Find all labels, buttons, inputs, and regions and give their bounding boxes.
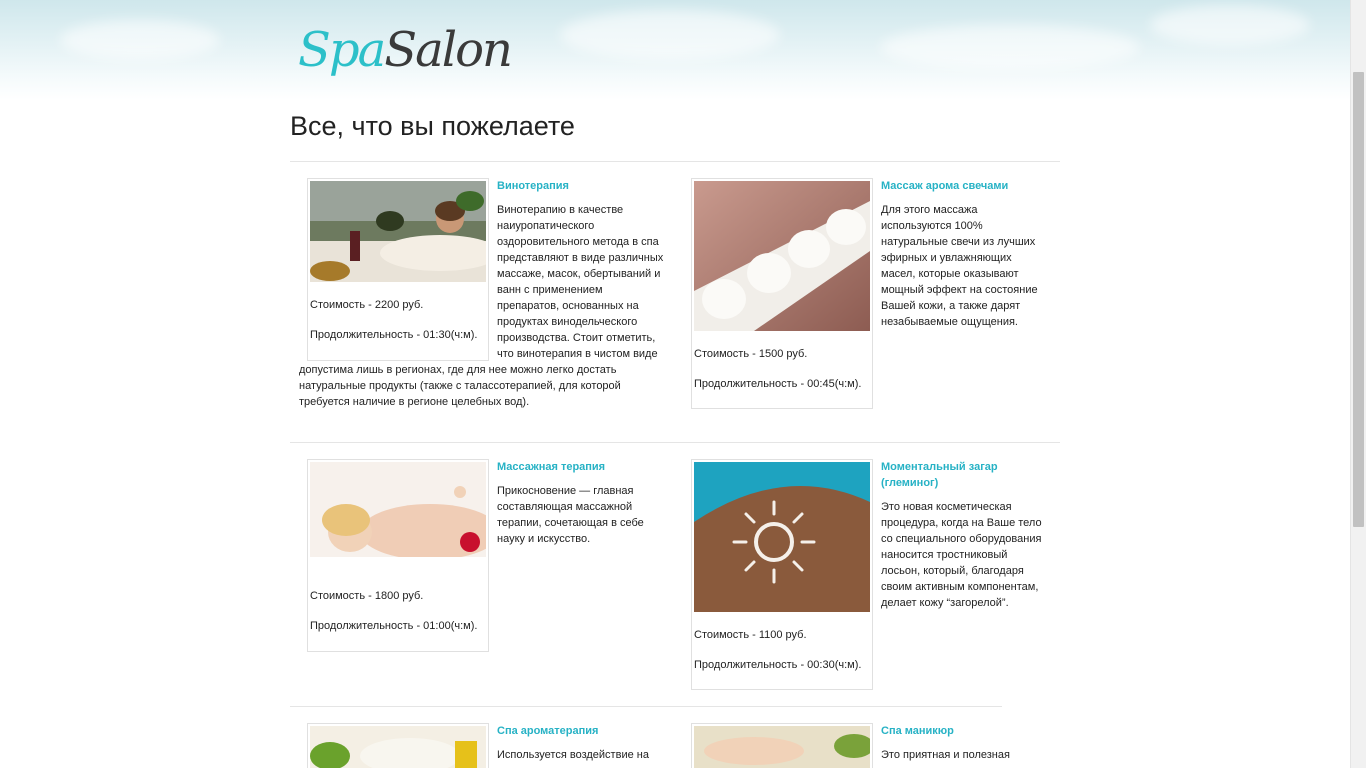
service-image[interactable]	[310, 462, 486, 573]
desc-line: допустима лишь в регионах, где для нее м…	[299, 364, 617, 376]
logo-part-spa: Spa	[298, 22, 386, 78]
service-image[interactable]	[310, 726, 486, 768]
service-title[interactable]: Массаж арома свечами	[881, 178, 1061, 194]
divider	[290, 442, 1060, 443]
service-cost: Стоимость - 1500 руб.	[694, 348, 808, 360]
service-thumb-box: Стоимость - 1100 руб. Продолжительность …	[691, 459, 873, 690]
service-description: Прикосновение — главная составляющая мас…	[497, 483, 673, 547]
desc-line: продуктах винодельческого	[497, 316, 638, 328]
desc-line: Это приятная и полезная	[881, 749, 1010, 761]
divider	[290, 706, 1002, 707]
service-duration: Продолжительность - 01:30(ч:м).	[310, 329, 478, 341]
desc-line: процедура, когда на Ваше тело	[881, 517, 1042, 529]
service-cost: Стоимость - 1100 руб.	[694, 629, 807, 641]
desc-line: делает кожу “загорелой”.	[881, 597, 1009, 609]
desc-line: массаже, масок, обертываний и	[497, 268, 661, 280]
desc-line: науку и искусство.	[497, 533, 591, 545]
service-image[interactable]	[694, 181, 870, 331]
title-line: Моментальный загар	[881, 461, 998, 473]
service-description: Для этого массажа используются 100% нату…	[881, 202, 1057, 330]
desc-line: Вашей кожи, а также дарят	[881, 300, 1021, 312]
desc-line: лосьон, который, благодаря	[881, 565, 1024, 577]
header-background	[0, 0, 1350, 100]
desc-line: наиуропатического	[497, 220, 595, 232]
page-title: Все, что вы пожелаете	[290, 111, 575, 141]
scrollbar-thumb[interactable]	[1353, 72, 1364, 527]
service-title[interactable]: Спа маникюр	[881, 723, 1061, 739]
service-thumb-box: Стоимость - 1500 руб. Продолжительность …	[691, 178, 873, 409]
service-image[interactable]	[310, 181, 486, 282]
desc-line: представляют в виде различных	[497, 252, 664, 264]
service-duration: Продолжительность - 01:00(ч:м).	[310, 620, 478, 632]
vertical-scrollbar[interactable]	[1350, 0, 1366, 768]
desc-line: что винотерапия в чистом виде	[497, 348, 658, 360]
service-image[interactable]	[694, 462, 870, 612]
service-title[interactable]: Винотерапия	[497, 178, 677, 194]
desc-line: наносится тростниковый	[881, 549, 1008, 561]
service-title[interactable]: Моментальный загар (глеминог)	[881, 459, 1061, 491]
service-duration: Продолжительность - 00:30(ч:м).	[694, 659, 862, 671]
service-description: Винотерапию в качестве наиуропатического…	[497, 202, 673, 362]
desc-line: используются 100%	[881, 220, 983, 232]
desc-line: препаратов, основанных на	[497, 300, 639, 312]
desc-line: ванн с применением	[497, 284, 603, 296]
service-image[interactable]	[694, 726, 870, 768]
desc-line: со специального оборудования	[881, 533, 1042, 545]
desc-line: натуральные свечи из лучших	[881, 236, 1036, 248]
desc-line: терапии, сочетающая в себе	[497, 517, 644, 529]
service-duration: Продолжительность - 00:45(ч:м).	[694, 378, 862, 390]
desc-line: Прикосновение — главная	[497, 485, 634, 497]
service-cost: Стоимость - 2200 руб.	[310, 299, 424, 311]
title-line: (глеминог)	[881, 477, 939, 489]
desc-line: оздоровительного метода в спа	[497, 236, 659, 248]
desc-line: масел, которые оказывают	[881, 268, 1019, 280]
desc-line: Это новая косметическая	[881, 501, 1012, 513]
service-thumb-box: Стоимость - 1800 руб. Продолжительность …	[307, 459, 489, 652]
service-description: Это новая косметическая процедура, когда…	[881, 499, 1057, 611]
logo-part-salon: Salon	[384, 22, 513, 78]
divider	[290, 161, 1060, 162]
service-title[interactable]: Массажная терапия	[497, 459, 677, 475]
service-description: Это приятная и полезная	[881, 747, 1057, 763]
desc-line: Для этого массажа	[881, 204, 978, 216]
service-description-continued: допустима лишь в регионах, где для нее м…	[299, 362, 669, 410]
service-thumb-box: Стоимость - 2200 руб. Продолжительность …	[307, 178, 489, 361]
service-description: Используется воздействие на	[497, 747, 673, 763]
service-title[interactable]: Спа ароматерапия	[497, 723, 677, 739]
service-thumb-box	[691, 723, 873, 768]
service-thumb-box	[307, 723, 489, 768]
desc-line: натуральные продукты (также с талассотер…	[299, 380, 621, 392]
desc-line: незабываемые ощущения.	[881, 316, 1018, 328]
desc-line: требуется наличие в регионе целебных вод…	[299, 396, 530, 408]
desc-line: Винотерапию в качестве	[497, 204, 624, 216]
desc-line: эфирных и увлажняющих	[881, 252, 1012, 264]
service-cost: Стоимость - 1800 руб.	[310, 590, 424, 602]
desc-line: своим активным компонентам,	[881, 581, 1039, 593]
desc-line: мощный эффект на состояние	[881, 284, 1038, 296]
desc-line: производства. Стоит отметить,	[497, 332, 656, 344]
desc-line: составляющая массажной	[497, 501, 633, 513]
logo[interactable]: SpaSalon	[298, 10, 518, 100]
desc-line: Используется воздействие на	[497, 749, 649, 761]
